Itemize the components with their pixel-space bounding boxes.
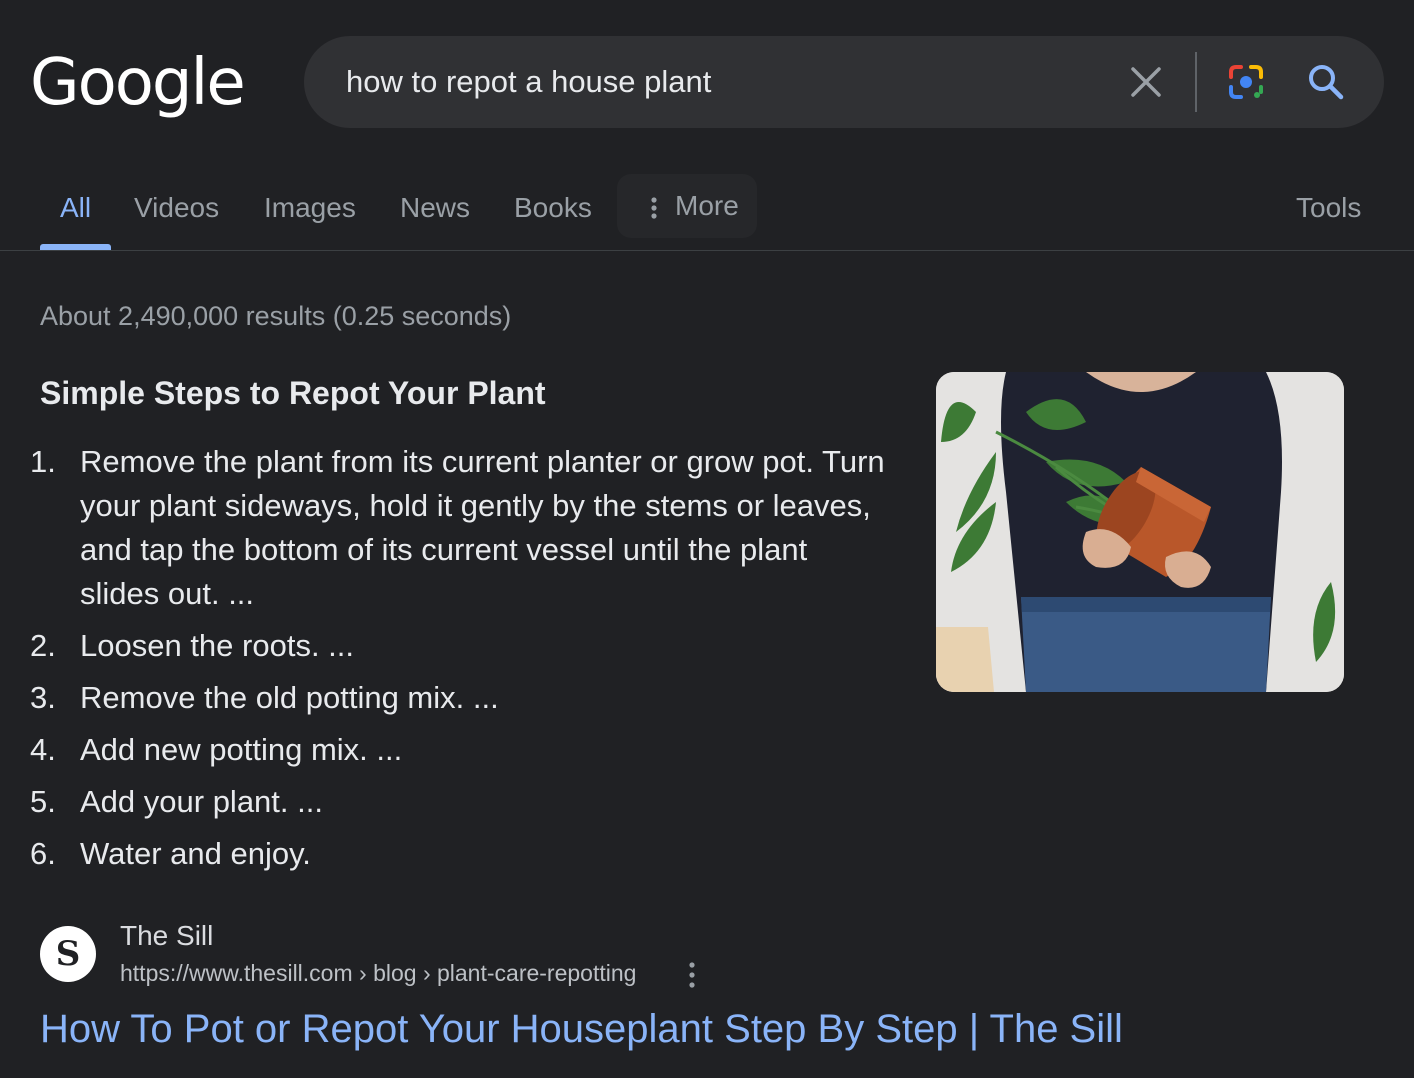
search-input[interactable]: how to repot a house plant bbox=[346, 36, 711, 128]
step-number: 1. bbox=[30, 444, 56, 479]
step-text: Loosen the roots. ... bbox=[80, 628, 355, 663]
step-number: 4. bbox=[30, 732, 56, 767]
tab-all[interactable]: All bbox=[60, 188, 91, 228]
step-text: Remove the old potting mix. ... bbox=[80, 680, 499, 715]
close-icon bbox=[1131, 67, 1161, 97]
snippet-image[interactable] bbox=[936, 372, 1344, 692]
step-text: Add new potting mix. ... bbox=[80, 732, 403, 767]
step-text: Add your plant. ... bbox=[80, 784, 323, 819]
result-options-button[interactable] bbox=[682, 960, 702, 990]
tabs-divider bbox=[0, 250, 1414, 251]
site-url-breadcrumb[interactable]: https://www.thesill.com › blog › plant-c… bbox=[120, 958, 636, 988]
step-text: Water and enjoy. bbox=[80, 836, 311, 871]
step-number: 5. bbox=[30, 784, 56, 819]
snippet-step: 5. Add your plant. ... bbox=[30, 780, 890, 824]
tab-videos[interactable]: Videos bbox=[134, 188, 219, 228]
google-logo[interactable]: Google bbox=[30, 48, 246, 118]
result-title-link[interactable]: How To Pot or Repot Your Houseplant Step… bbox=[40, 1004, 1123, 1054]
result-stats: About 2,490,000 results (0.25 seconds) bbox=[40, 301, 512, 331]
search-bar[interactable]: how to repot a house plant bbox=[304, 36, 1384, 128]
more-label: More bbox=[675, 190, 739, 221]
featured-snippet-steps: 1. Remove the plant from its current pla… bbox=[30, 440, 890, 884]
result-source[interactable]: S The Sill https://www.thesill.com › blo… bbox=[40, 918, 740, 988]
search-icon bbox=[1309, 65, 1344, 100]
more-button[interactable]: More bbox=[617, 174, 757, 238]
more-vertical-icon bbox=[689, 962, 695, 988]
tools-button[interactable]: Tools bbox=[1296, 188, 1361, 228]
step-number: 6. bbox=[30, 836, 56, 871]
snippet-step: 6. Water and enjoy. bbox=[30, 832, 890, 876]
site-favicon: S bbox=[40, 926, 96, 982]
more-vertical-icon bbox=[651, 197, 657, 219]
tab-books[interactable]: Books bbox=[514, 188, 592, 228]
tab-news[interactable]: News bbox=[400, 188, 470, 228]
search-bar-divider bbox=[1195, 52, 1197, 112]
snippet-step: 1. Remove the plant from its current pla… bbox=[30, 440, 890, 616]
clear-search-button[interactable] bbox=[1126, 62, 1166, 102]
step-number: 2. bbox=[30, 628, 56, 663]
site-name[interactable]: The Sill bbox=[120, 918, 213, 954]
snippet-step: 2. Loosen the roots. ... bbox=[30, 624, 890, 668]
google-lens-icon bbox=[1229, 65, 1263, 99]
repotting-photo bbox=[936, 372, 1344, 692]
tab-images[interactable]: Images bbox=[264, 188, 356, 228]
snippet-step: 4. Add new potting mix. ... bbox=[30, 728, 890, 772]
search-submit-button[interactable] bbox=[1304, 60, 1348, 104]
search-tabs: All Videos Images News Books More Tools bbox=[0, 170, 1414, 250]
google-lens-button[interactable] bbox=[1224, 60, 1268, 104]
step-number: 3. bbox=[30, 680, 56, 715]
featured-snippet-title: Simple Steps to Repot Your Plant bbox=[40, 375, 546, 411]
step-text: Remove the plant from its current plante… bbox=[80, 444, 885, 611]
snippet-step: 3. Remove the old potting mix. ... bbox=[30, 676, 890, 720]
